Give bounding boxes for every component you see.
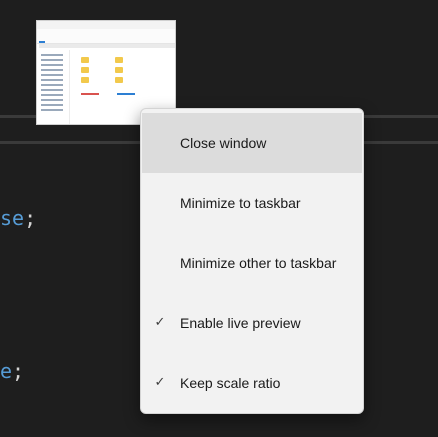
thumbnail-address-bar: [39, 44, 175, 48]
folder-icon: [81, 57, 89, 63]
menu-item-label: Minimize other to taskbar: [180, 255, 337, 271]
menu-item-enable-live-preview[interactable]: ✓ Enable live preview: [142, 293, 362, 353]
thumbnail-titlebar: [37, 21, 175, 29]
menu-item-minimize-to-taskbar[interactable]: Minimize to taskbar: [142, 173, 362, 233]
code-semicolon: ;: [24, 206, 37, 230]
folder-icon: [115, 57, 123, 63]
code-line-2: e;: [0, 359, 24, 383]
code-keyword-fragment: e: [0, 359, 13, 383]
menu-item-close-window[interactable]: Close window: [142, 113, 362, 173]
code-line-1: se;: [0, 206, 36, 230]
thumbnail-context-menu: Close window Minimize to taskbar Minimiz…: [140, 108, 364, 414]
code-semicolon: ;: [12, 359, 25, 383]
editor-background: se; e; Close window Minimize to taskbar …: [0, 0, 438, 437]
menu-item-label: Close window: [180, 135, 267, 151]
checkmark-icon: ✓: [154, 315, 166, 330]
thumbnail-ribbon: [37, 29, 175, 44]
checkmark-icon: ✓: [154, 375, 166, 390]
thumbnail-accent: [39, 41, 45, 43]
menu-item-label: Enable live preview: [180, 315, 301, 331]
folder-icon: [81, 77, 89, 83]
folder-icon: [115, 77, 123, 83]
menu-item-label: Minimize to taskbar: [180, 195, 301, 211]
thumbnail-navigation-pane: [37, 50, 70, 124]
menu-item-minimize-other-to-taskbar[interactable]: Minimize other to taskbar: [142, 233, 362, 293]
drive-usage-bar: [81, 93, 99, 95]
menu-item-label: Keep scale ratio: [180, 375, 281, 391]
folder-icon: [115, 67, 123, 73]
folder-icon: [81, 67, 89, 73]
drive-usage-bar: [117, 93, 135, 95]
code-keyword-fragment: se: [0, 206, 25, 230]
menu-item-keep-scale-ratio[interactable]: ✓ Keep scale ratio: [142, 353, 362, 413]
